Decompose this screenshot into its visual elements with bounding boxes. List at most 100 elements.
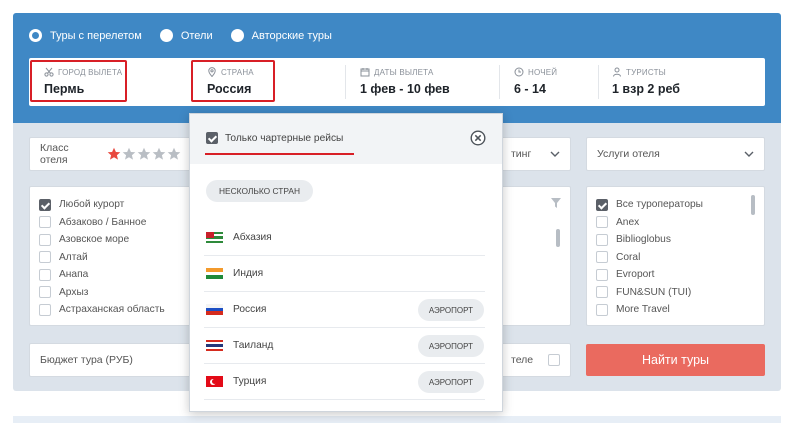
chevron-down-icon [744, 151, 754, 157]
tour-type-author[interactable]: Авторские туры [230, 29, 332, 42]
star-icon[interactable] [167, 147, 181, 161]
operator-label: FUN&SUN (TUI) [616, 286, 692, 298]
operator-checkbox[interactable] [596, 251, 608, 264]
hotel-list-panel [500, 186, 571, 326]
resort-label: Любой курорт [59, 199, 125, 211]
charter-only-checkbox[interactable] [206, 132, 218, 144]
resort-list: Любой курорт Абзаково / Банное Азовское … [30, 187, 191, 328]
nights-field[interactable]: НОЧЕЙ 6 - 14 [514, 58, 604, 106]
country-item-turkey[interactable]: Турция АЭРОПОРТ [204, 364, 485, 400]
country-name: Турция [233, 376, 267, 387]
operator-item[interactable]: Все туроператоры [596, 196, 755, 214]
operator-checkbox[interactable] [596, 233, 608, 246]
star-icon[interactable] [122, 147, 136, 161]
star-icon[interactable] [107, 147, 121, 161]
tourists-label: ТУРИСТЫ [626, 67, 666, 77]
multiple-countries-button[interactable]: НЕСКОЛЬКО СТРАН [206, 180, 314, 202]
operator-item[interactable]: Anex [596, 214, 755, 232]
country-item-abkhazia[interactable]: Абхазия [204, 220, 485, 256]
dates-label-row: ДАТЫ ВЫЛЕТА [360, 67, 500, 77]
person-icon [613, 67, 621, 77]
hotel-class-content: Класс отеля [40, 142, 181, 166]
highlight-box-country [191, 60, 275, 102]
airport-button[interactable]: АЭРОПОРТ [417, 335, 484, 357]
charter-only-option[interactable]: Только чартерные рейсы [206, 132, 343, 144]
operator-label: Evroport [616, 269, 655, 281]
rating-label: тинг [511, 148, 532, 160]
resort-item[interactable]: Абзаково / Банное [39, 214, 182, 232]
operator-checkbox[interactable] [596, 286, 608, 299]
operator-list: Все туроператоры Anex Biblioglobus Coral… [587, 187, 764, 328]
tour-type-hotels[interactable]: Отели [159, 29, 213, 42]
meal-filter[interactable]: теле [500, 343, 571, 377]
nights-label: НОЧЕЙ [528, 67, 558, 77]
clock-icon [514, 67, 524, 77]
resort-label: Астраханская область [59, 304, 165, 316]
operator-item[interactable]: FUN&SUN (TUI) [596, 284, 755, 302]
airport-button[interactable]: АЭРОПОРТ [417, 371, 484, 393]
radio-flights[interactable] [29, 29, 42, 42]
operator-item[interactable]: Biblioglobus [596, 231, 755, 249]
resort-checkbox[interactable] [39, 233, 51, 246]
operator-checkbox[interactable] [596, 303, 608, 316]
country-item-india[interactable]: Индия [204, 256, 485, 292]
budget-input[interactable]: Бюджет тура (РУБ) [29, 343, 192, 377]
country-dropdown: Только чартерные рейсы НЕСКОЛЬКО СТРАН А… [189, 113, 503, 412]
resort-checkbox[interactable] [39, 268, 51, 281]
hotel-services-select[interactable]: Услуги отеля [586, 137, 765, 171]
resort-item[interactable]: Астраханская область [39, 301, 182, 319]
resort-item[interactable]: Алтай [39, 249, 182, 267]
find-tours-button[interactable]: Найти туры [586, 344, 765, 376]
operator-list-panel: Все туроператоры Anex Biblioglobus Coral… [586, 186, 765, 326]
country-item-russia[interactable]: Россия АЭРОПОРТ [204, 292, 485, 328]
star-icon[interactable] [137, 147, 151, 161]
nights-label-row: НОЧЕЙ [514, 67, 604, 77]
resort-checkbox[interactable] [39, 303, 51, 316]
operator-item[interactable]: Coral [596, 249, 755, 267]
scrollbar[interactable] [751, 195, 755, 215]
operator-label: Anex [616, 216, 640, 228]
nights-value: 6 - 14 [514, 82, 546, 96]
radio-hotels[interactable] [159, 29, 173, 42]
divider [598, 65, 599, 99]
operator-item[interactable]: Evroport [596, 266, 755, 284]
highlight-underline [205, 153, 354, 155]
resort-item[interactable]: Азовское море [39, 231, 182, 249]
resort-checkbox[interactable] [39, 286, 51, 299]
tour-type-flights[interactable]: Туры с перелетом [29, 29, 142, 42]
country-name: Индия [233, 268, 264, 279]
country-dropdown-header: Только чартерные рейсы [190, 114, 502, 164]
hotel-class-label: Класс отеля [40, 142, 69, 166]
results-strip [13, 416, 781, 423]
resort-checkbox[interactable] [39, 216, 51, 229]
resort-checkbox[interactable] [39, 198, 51, 211]
country-name: Россия [233, 304, 267, 315]
resort-item[interactable]: Архыз [39, 284, 182, 302]
country-item-thailand[interactable]: Таиланд АЭРОПОРТ [204, 328, 485, 364]
close-icon[interactable] [470, 130, 486, 146]
operator-checkbox[interactable] [596, 268, 608, 281]
meal-filter-checkbox[interactable] [548, 354, 560, 366]
chevron-down-icon [550, 151, 560, 157]
flag-russia-icon [206, 304, 223, 315]
resort-label: Абзаково / Банное [59, 216, 147, 228]
departure-dates-field[interactable]: ДАТЫ ВЫЛЕТА 1 фев - 10 фев [360, 58, 500, 106]
radio-author-tours[interactable] [230, 29, 244, 42]
operator-item[interactable]: More Travel [596, 301, 755, 319]
filter-icon[interactable] [550, 197, 562, 209]
airport-button[interactable]: АЭРОПОРТ [417, 299, 484, 321]
operator-checkbox[interactable] [596, 216, 608, 229]
hotel-class-select[interactable]: Класс отеля [29, 137, 192, 171]
operator-label: More Travel [616, 304, 670, 316]
operator-checkbox[interactable] [596, 198, 608, 211]
resort-item[interactable]: Любой курорт [39, 196, 182, 214]
country-list: Абхазия Индия Россия АЭРОПОРТ Таиланд АЭ… [204, 220, 485, 400]
resort-item[interactable]: Анапа [39, 266, 182, 284]
tourists-field[interactable]: ТУРИСТЫ 1 взр 2 реб [612, 58, 762, 106]
rating-select[interactable]: тинг [500, 137, 571, 171]
star-icon[interactable] [152, 147, 166, 161]
resort-checkbox[interactable] [39, 251, 51, 264]
scrollbar[interactable] [556, 229, 560, 247]
tour-type-switcher: Туры с перелетом Отели Авторские туры [29, 29, 332, 42]
country-name: Таиланд [233, 340, 274, 351]
